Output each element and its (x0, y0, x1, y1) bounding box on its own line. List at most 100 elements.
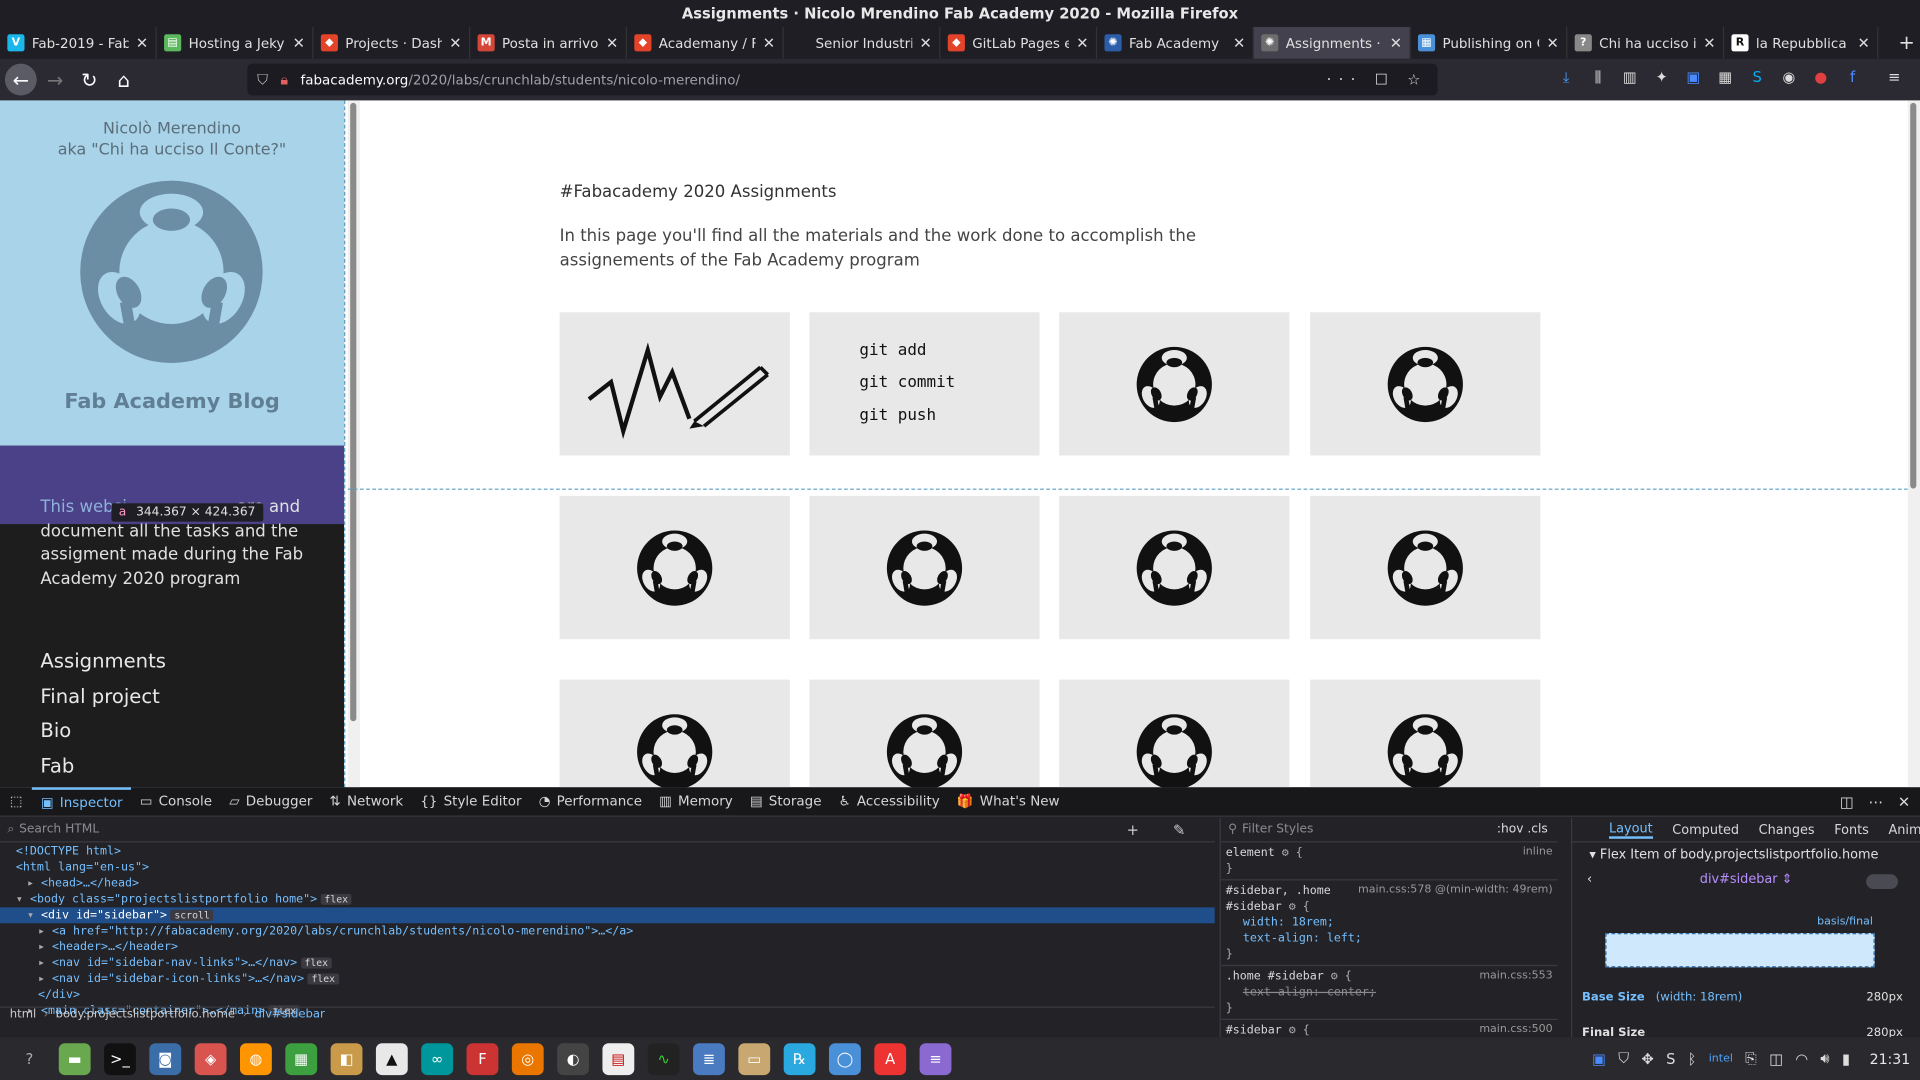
browser-tab[interactable]: Rla Repubblica - N ✕ (1724, 26, 1879, 59)
devtools-tab-memory[interactable]: ▥ Memory (651, 787, 742, 816)
shield-icon[interactable]: ⛉ (257, 70, 268, 88)
css-rule[interactable]: main.css:553 .home #sidebar ⚙ {text-align… (1220, 966, 1558, 1021)
wifi-icon[interactable]: ◠ (1795, 1050, 1808, 1067)
assignment-tile[interactable] (1310, 679, 1541, 788)
files-icon[interactable]: ▭ (738, 1042, 771, 1075)
page-actions[interactable]: ··· ☐ ☆ (1327, 71, 1428, 88)
pdf-icon[interactable]: A (874, 1042, 907, 1075)
clipboard-icon[interactable]: ⎘ (1745, 1049, 1757, 1067)
bluetooth-icon[interactable]: ᛒ (1688, 1050, 1697, 1067)
skype-extension-icon[interactable]: S (1746, 66, 1768, 88)
close-icon[interactable]: ✕ (920, 34, 932, 51)
app-icon[interactable]: ◐ (557, 1042, 589, 1075)
assignment-tile-project-management[interactable] (559, 312, 790, 456)
browser-tab[interactable]: Senior Industrial Des ✕ (784, 26, 941, 59)
close-icon[interactable]: ✕ (1703, 34, 1715, 51)
page-scrollbar[interactable] (1907, 100, 1920, 788)
css-declaration[interactable]: width: 18rem; (1226, 915, 1553, 931)
arduino-icon[interactable]: ∞ (421, 1042, 454, 1075)
breadcrumb-sidebar[interactable]: div#sidebar (254, 1008, 324, 1021)
html-node[interactable]: ▸ <nav id="sidebar-icon-links">…</nav> fl… (0, 971, 1215, 987)
sidebar-item-bio[interactable]: Bio (40, 714, 166, 749)
page-scrollbar-thumb[interactable] (1910, 102, 1917, 489)
author-block[interactable]: Nicolò Merendino aka "Chi ha ucciso Il C… (0, 119, 344, 161)
html-node[interactable]: ▾ <div id="sidebar"> scroll (0, 907, 1215, 924)
html-node[interactable]: ▸ <header>…</header> (0, 939, 1215, 955)
menu-icon[interactable]: ≡ (1883, 66, 1905, 88)
close-icon[interactable]: ✕ (293, 34, 305, 51)
vpn-icon[interactable]: ⛉ (1618, 1049, 1629, 1067)
rule-source[interactable]: main.css:578 @(min-width: 49rem) (1358, 883, 1553, 899)
help-icon[interactable]: ? (13, 1043, 45, 1075)
filter-styles-input[interactable]: Filter Styles (1242, 823, 1313, 836)
browser-icon[interactable]: ◯ (828, 1042, 861, 1075)
home-button[interactable]: ⌂ (108, 64, 140, 96)
account-icon[interactable]: ◉ (1778, 66, 1800, 88)
close-icon[interactable]: ✕ (1390, 34, 1402, 51)
devtools-tab-what-s-new[interactable]: 🎁 What's New (948, 787, 1068, 816)
browser-tab[interactable]: V Fab-2019 - Fab-2 ✕ (0, 26, 157, 59)
terminal-icon[interactable]: >_ (104, 1042, 136, 1075)
devtools-tab-network[interactable]: ⇅ Network (321, 787, 412, 816)
screenshot-icon[interactable]: ◙ (149, 1042, 182, 1075)
lock-icon[interactable]: 🔒︎ (280, 70, 288, 88)
firefox-icon[interactable]: ◍ (240, 1042, 272, 1075)
extension-icon[interactable]: ✦ (1651, 66, 1673, 88)
close-icon[interactable]: ✕ (606, 34, 618, 51)
close-icon[interactable]: ✕ (1857, 34, 1869, 51)
reload-button[interactable]: ↻ (73, 64, 105, 96)
volume-icon[interactable]: 🔊︎ (1820, 1049, 1829, 1067)
assignment-tile[interactable] (559, 679, 790, 788)
battery-icon[interactable]: ▮ (1842, 1050, 1850, 1067)
sidebar-toggle-icon[interactable]: ▥ (1619, 66, 1641, 88)
close-icon[interactable]: ✕ (1076, 34, 1088, 51)
address-bar[interactable]: ⛉ 🔒︎ fabacademy.org/2020/labs/crunchlab/… (247, 63, 1438, 96)
extension-icon[interactable]: ● (1810, 66, 1832, 88)
system-monitor-icon[interactable]: ∿ (647, 1042, 680, 1075)
spreadsheet-icon[interactable]: ▦ (285, 1042, 318, 1075)
text-editor-icon[interactable]: ≣ (693, 1042, 725, 1075)
more-options-icon[interactable]: ⋯ (1868, 793, 1883, 810)
rule-source[interactable]: inline (1523, 845, 1553, 861)
close-icon[interactable]: ✕ (449, 34, 461, 51)
node-badge[interactable]: flex (320, 893, 352, 905)
forward-button[interactable]: → (39, 64, 71, 96)
extension-icon[interactable]: ▦ (1714, 66, 1736, 88)
assignment-tile[interactable] (1310, 495, 1541, 640)
notification-icon[interactable]: ◫ (1769, 1050, 1783, 1067)
devtools-tab-storage[interactable]: ▤ Storage (741, 787, 830, 816)
devtools-tab-style-editor[interactable]: {} Style Editor (412, 787, 530, 816)
assignment-tile[interactable] (809, 495, 1040, 640)
new-tab-button[interactable]: + (1893, 27, 1920, 59)
sidebar-scrollbar-thumb[interactable] (350, 102, 357, 722)
blender-icon[interactable]: ◎ (511, 1042, 544, 1075)
app-icon[interactable]: ◧ (330, 1042, 363, 1075)
add-node-icon[interactable]: + ✎ (1127, 821, 1215, 838)
devtools-tab-accessibility[interactable]: ♿ Accessibility (830, 787, 948, 816)
sidebar-item-fab[interactable]: Fab (40, 749, 166, 784)
back-button[interactable]: ← (4, 63, 37, 96)
node-badge[interactable]: flex (307, 973, 339, 985)
skype-icon[interactable]: S (1666, 1050, 1675, 1067)
dropbox-icon[interactable]: ✥ (1642, 1050, 1654, 1067)
tab-computed[interactable]: Computed (1672, 822, 1739, 837)
devtools-tab-performance[interactable]: ◔ Performance (530, 787, 650, 816)
freecad-icon[interactable]: F (466, 1042, 499, 1075)
zoom-icon[interactable]: ▣ (1592, 1050, 1606, 1067)
downloads-icon[interactable]: ⤓ (1555, 66, 1577, 88)
tab-fonts[interactable]: Fonts (1834, 822, 1869, 837)
browser-tab[interactable]: M Posta in arrivo (1 ✕ (470, 26, 627, 59)
css-declaration[interactable]: text-align: center; (1226, 984, 1553, 1000)
sidebar-item-assignments[interactable]: Assignments (40, 644, 166, 679)
assignment-tile[interactable] (1059, 679, 1290, 788)
close-icon[interactable]: ✕ (1233, 34, 1245, 51)
css-rule[interactable]: inline element ⚙ {} (1220, 842, 1558, 881)
node-badge[interactable]: flex (300, 957, 332, 969)
fablab-logo-icon[interactable] (78, 179, 264, 365)
html-node[interactable]: <!DOCTYPE html> (0, 844, 1215, 860)
sidebar-scrollbar[interactable] (347, 100, 361, 788)
html-node[interactable]: ▸ <head>…</head> (0, 876, 1215, 892)
browser-tab[interactable]: ◆ Projects · Dashbo ✕ (313, 26, 471, 59)
browser-tab[interactable]: ◆ GitLab Pages exa ✕ (940, 26, 1098, 59)
css-rule[interactable]: main.css:578 @(min-width: 49rem) #sidebar… (1220, 880, 1558, 967)
